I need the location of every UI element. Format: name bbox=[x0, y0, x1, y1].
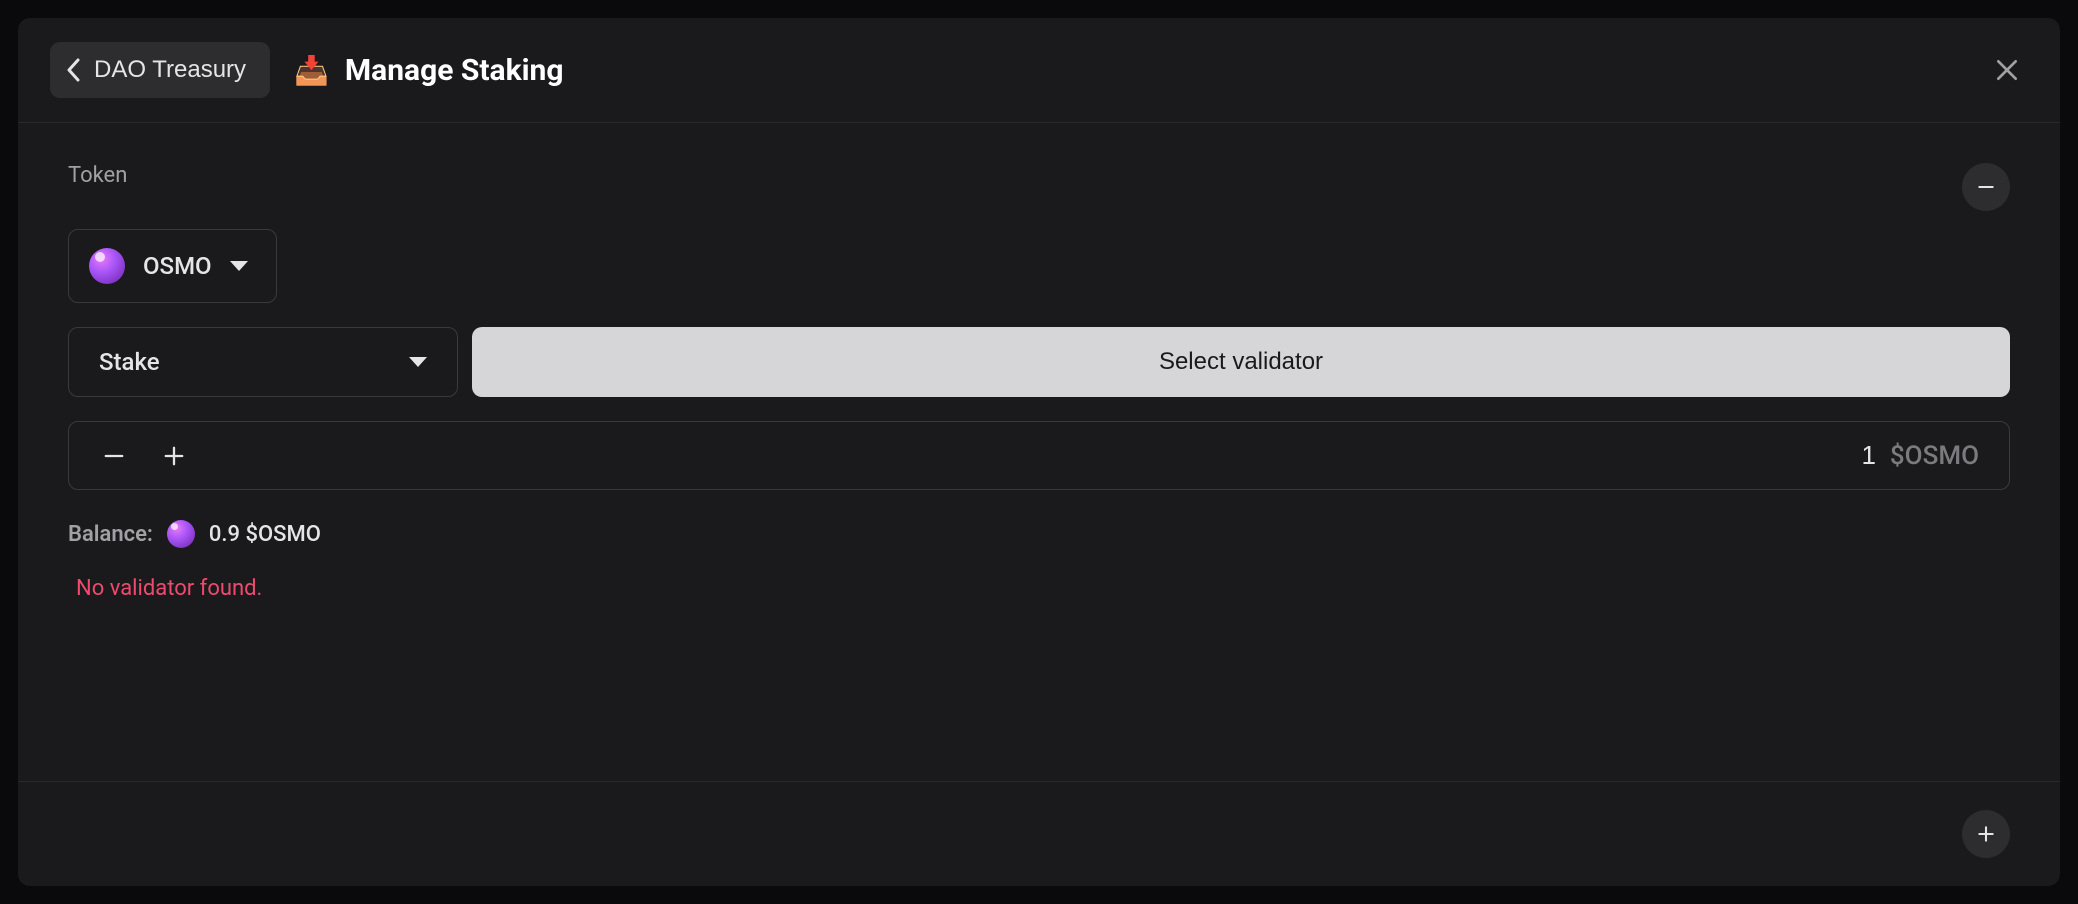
title-group: 📥 Manage Staking bbox=[294, 53, 563, 88]
chevron-left-icon bbox=[66, 58, 82, 82]
plus-icon bbox=[163, 445, 185, 467]
close-icon bbox=[1994, 57, 2020, 83]
increment-button[interactable] bbox=[159, 441, 189, 471]
add-action-button[interactable] bbox=[1962, 810, 2010, 858]
modal-body: Token OSMO Stake bbox=[18, 123, 2060, 781]
token-selected: OSMO bbox=[143, 252, 212, 280]
back-button[interactable]: DAO Treasury bbox=[50, 42, 270, 98]
amount-steppers bbox=[99, 441, 189, 471]
osmo-token-icon bbox=[89, 248, 125, 284]
minus-icon bbox=[103, 445, 125, 467]
modal-footer bbox=[18, 781, 2060, 886]
page-title: Manage Staking bbox=[345, 53, 564, 88]
chevron-down-icon bbox=[409, 356, 427, 368]
amount-input-row: $OSMO bbox=[68, 421, 2010, 490]
osmo-token-icon bbox=[167, 520, 195, 548]
minus-icon bbox=[1976, 177, 1996, 197]
balance-row: Balance: 0.9 $OSMO bbox=[68, 520, 2010, 548]
inbox-icon: 📥 bbox=[294, 54, 329, 87]
decrement-button[interactable] bbox=[99, 441, 129, 471]
amount-unit: $OSMO bbox=[1890, 441, 1979, 471]
chevron-down-icon bbox=[230, 260, 248, 272]
action-selected: Stake bbox=[99, 348, 160, 376]
section-header: Token bbox=[68, 163, 2010, 211]
balance-label: Balance: bbox=[68, 522, 153, 547]
token-label: Token bbox=[68, 163, 127, 188]
modal-header: DAO Treasury 📥 Manage Staking bbox=[18, 18, 2060, 123]
token-section: Token OSMO bbox=[68, 163, 2010, 303]
balance-value: 0.9 $OSMO bbox=[209, 522, 321, 547]
amount-input[interactable] bbox=[1776, 440, 1876, 471]
select-validator-button[interactable]: Select validator bbox=[472, 327, 2010, 397]
plus-icon bbox=[1976, 824, 1996, 844]
token-select[interactable]: OSMO bbox=[68, 229, 277, 303]
back-label: DAO Treasury bbox=[94, 56, 246, 84]
action-row: Stake Select validator bbox=[68, 327, 2010, 397]
close-button[interactable] bbox=[1986, 49, 2028, 91]
remove-action-button[interactable] bbox=[1962, 163, 2010, 211]
amount-display: $OSMO bbox=[1776, 440, 1979, 471]
error-message: No validator found. bbox=[68, 576, 2010, 601]
action-select[interactable]: Stake bbox=[68, 327, 458, 397]
staking-modal: DAO Treasury 📥 Manage Staking Token bbox=[18, 18, 2060, 886]
